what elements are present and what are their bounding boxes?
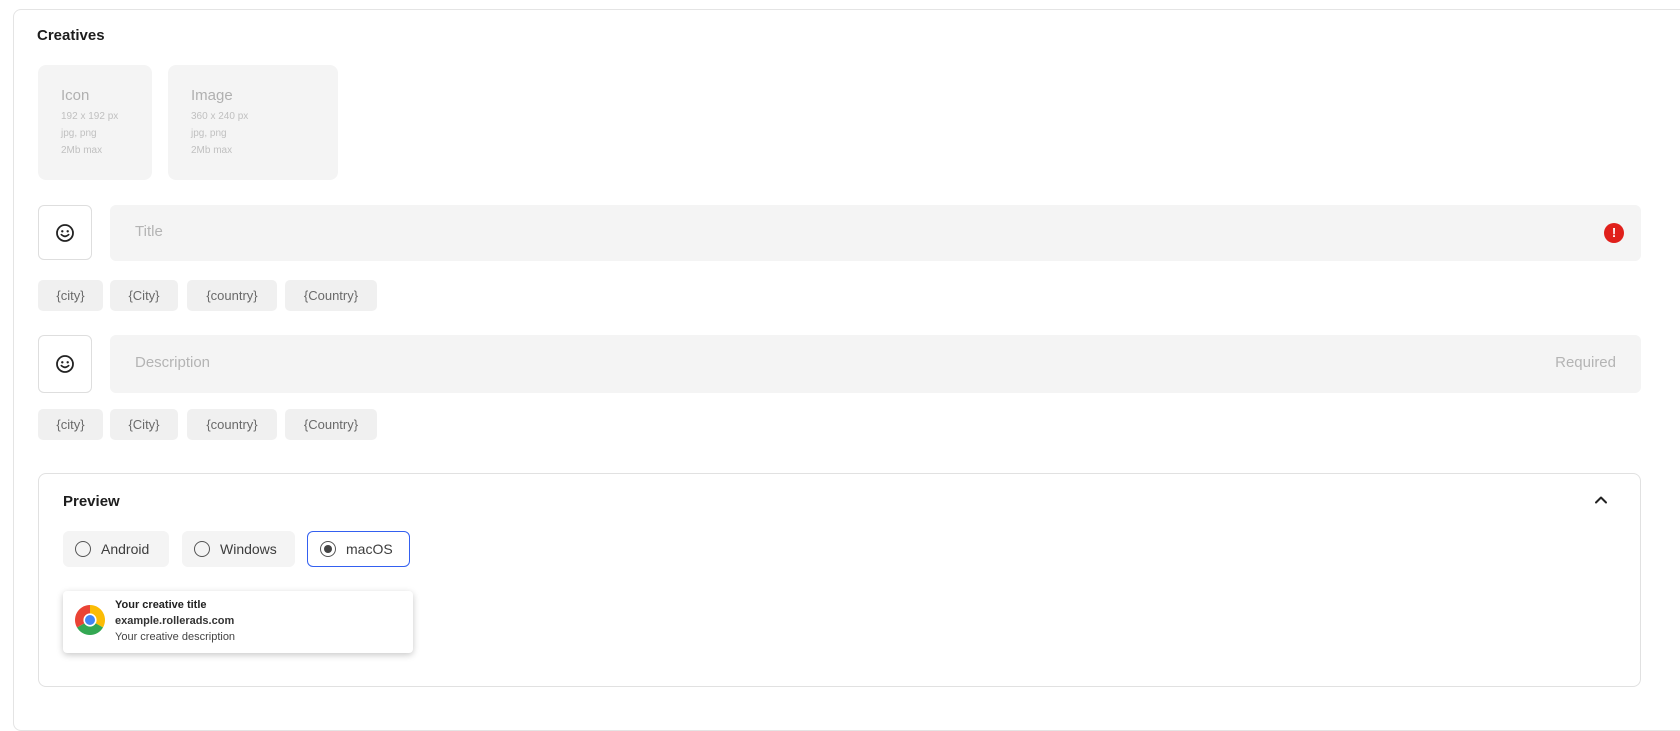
radio-android[interactable]: Android — [63, 531, 169, 567]
image-upload-max: 2Mb max — [191, 145, 233, 156]
notification-description: Your creative description — [115, 631, 236, 643]
image-upload[interactable]: Image 360 x 240 px jpg, png 2Mb max — [168, 65, 338, 180]
icon-upload-size: 192 x 192 px — [61, 111, 119, 122]
radio-label: macOS — [346, 541, 393, 557]
image-upload-size: 360 x 240 px — [191, 111, 249, 122]
icon-upload-max: 2Mb max — [61, 145, 103, 156]
radio-macos[interactable]: macOS — [307, 531, 410, 567]
radio-circle-selected — [320, 541, 336, 557]
smiley-icon — [56, 355, 74, 373]
macro-chip-country-upper[interactable]: {Country} — [285, 280, 377, 311]
radio-windows[interactable]: Windows — [182, 531, 295, 567]
title-emoji-button[interactable] — [38, 205, 92, 260]
title-field[interactable]: Title ! — [110, 205, 1641, 261]
notification-preview: Your creative title example.rollerads.co… — [63, 591, 413, 653]
macro-chip-country-upper[interactable]: {Country} — [285, 409, 377, 440]
image-upload-title: Image — [191, 87, 233, 104]
notification-title: Your creative title — [115, 599, 207, 611]
chrome-icon — [75, 605, 105, 635]
title-placeholder: Title — [135, 223, 163, 240]
preview-title: Preview — [63, 493, 120, 510]
macro-chip-city-upper[interactable]: {City} — [110, 409, 178, 440]
preview-panel: Preview Android Windows macOS Your creat… — [38, 473, 1641, 687]
radio-label: Windows — [220, 541, 277, 557]
error-icon: ! — [1604, 223, 1624, 243]
image-upload-formats: jpg, png — [191, 128, 227, 139]
icon-upload[interactable]: Icon 192 x 192 px jpg, png 2Mb max — [38, 65, 152, 180]
macro-chip-city-upper[interactable]: {City} — [110, 280, 178, 311]
macro-chip-country-lower[interactable]: {country} — [187, 409, 277, 440]
macro-chip-country-lower[interactable]: {country} — [187, 280, 277, 311]
radio-circle — [194, 541, 210, 557]
notification-url: example.rollerads.com — [115, 615, 235, 627]
description-placeholder: Description — [135, 354, 211, 371]
chevron-up-icon[interactable] — [1592, 491, 1610, 509]
icon-upload-title: Icon — [61, 87, 90, 104]
radio-circle — [75, 541, 91, 557]
description-field[interactable]: Description Required — [110, 335, 1641, 393]
icon-upload-formats: jpg, png — [61, 128, 97, 139]
macro-chip-city-lower[interactable]: {city} — [38, 409, 103, 440]
macro-chip-city-lower[interactable]: {city} — [38, 280, 103, 311]
description-emoji-button[interactable] — [38, 335, 92, 393]
required-label: Required — [1555, 354, 1616, 371]
radio-label: Android — [101, 541, 150, 557]
section-title: Creatives — [37, 27, 105, 44]
smiley-icon — [56, 223, 74, 242]
